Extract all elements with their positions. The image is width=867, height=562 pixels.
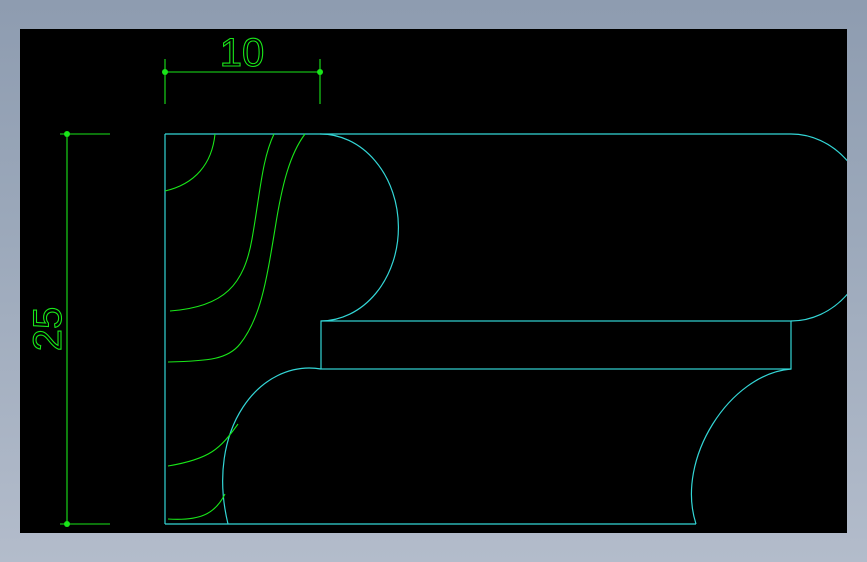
dim-v-value: 25 <box>26 307 70 352</box>
wood-grain-lines <box>164 133 306 520</box>
cad-application-window: 10 25 <box>0 0 867 562</box>
dim-v-arrow-top <box>64 131 70 137</box>
profile-lower-cove-left <box>222 367 322 525</box>
molding-profile[interactable] <box>164 133 847 525</box>
dim-h-arrow-left <box>162 69 168 75</box>
grain-line <box>167 493 226 520</box>
vertical-dimension[interactable]: 25 <box>25 131 110 527</box>
grain-line <box>169 133 275 312</box>
drawing-viewport[interactable]: 10 25 <box>20 29 847 533</box>
dim-v-arrow-bottom <box>64 521 70 527</box>
dim-h-value: 10 <box>220 31 265 75</box>
dim-h-arrow-right <box>317 69 323 75</box>
grain-line <box>164 133 216 192</box>
horizontal-dimension[interactable]: 10 <box>162 30 323 104</box>
grain-line <box>167 423 239 467</box>
grain-line <box>167 133 306 363</box>
profile-upper-bead-arc <box>319 133 399 322</box>
profile-fillet-band <box>320 320 792 370</box>
profile-right-bead-arc <box>790 133 847 322</box>
profile-lower-cove-right <box>690 368 792 525</box>
cad-drawing-canvas[interactable]: 10 25 <box>20 29 847 533</box>
